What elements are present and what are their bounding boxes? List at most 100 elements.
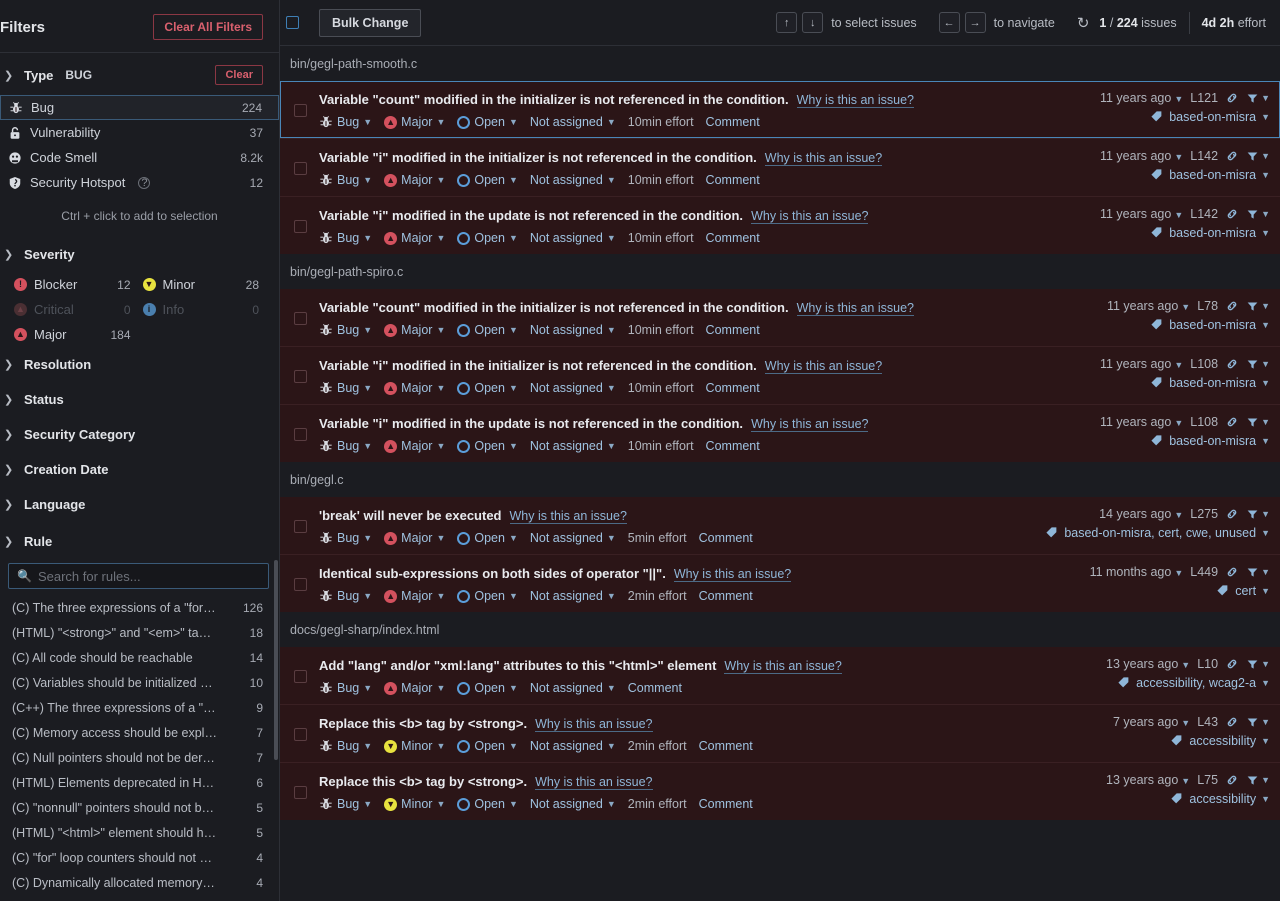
issue-date-button[interactable]: 11 months ago ▼	[1090, 565, 1184, 579]
issue-row[interactable]: Variable "i" modified in the update is n…	[280, 404, 1280, 462]
issue-tags-button[interactable]: accessibility ▼	[1170, 734, 1270, 748]
severity-filter-blocker[interactable]: ! Blocker 12	[8, 272, 137, 297]
issue-row[interactable]: Replace this <b> tag by <strong>. Why is …	[280, 762, 1280, 820]
link-icon[interactable]	[1225, 149, 1239, 163]
issue-tags-button[interactable]: cert ▼	[1216, 584, 1270, 598]
issue-row[interactable]: Add "lang" and/or "xml:lang" attributes …	[280, 647, 1280, 704]
facet-creation-date[interactable]: ❯ Creation Date	[0, 452, 279, 487]
facet-security-category[interactable]: ❯ Security Category	[0, 417, 279, 452]
issue-checkbox[interactable]	[294, 728, 307, 741]
issue-severity-button[interactable]: ▲ Major ▼	[384, 589, 445, 603]
facet-resolution[interactable]: ❯ Resolution	[0, 347, 279, 382]
filter-icon[interactable]: ▼	[1246, 150, 1270, 163]
severity-facet-header[interactable]: ❯ Severity	[0, 235, 279, 272]
filter-icon[interactable]: ▼	[1246, 774, 1270, 787]
issue-comment-link[interactable]: Comment	[628, 681, 682, 695]
issue-tags-button[interactable]: based-on-misra ▼	[1150, 226, 1270, 240]
issue-assignee-button[interactable]: Not assigned ▼	[530, 323, 616, 337]
issue-tags-button[interactable]: based-on-misra ▼	[1150, 318, 1270, 332]
issue-type-button[interactable]: Bug ▼	[319, 531, 372, 545]
issue-checkbox[interactable]	[294, 370, 307, 383]
issue-row[interactable]: Identical sub-expressions on both sides …	[280, 554, 1280, 612]
issue-tags-button[interactable]: accessibility ▼	[1170, 792, 1270, 806]
issue-tags-button[interactable]: based-on-misra ▼	[1150, 168, 1270, 182]
type-filter-security-hotspot[interactable]: Security Hotspot? 12	[0, 170, 279, 195]
bulk-change-button[interactable]: Bulk Change	[319, 8, 422, 37]
issue-status-button[interactable]: Open ▼	[457, 797, 518, 811]
issue-date-button[interactable]: 11 years ago ▼	[1100, 357, 1183, 371]
issue-severity-button[interactable]: ▲ Major ▼	[384, 173, 445, 187]
link-icon[interactable]	[1225, 715, 1239, 729]
rule-filter-item[interactable]: (C) Dynamically allocated memory shoul… 4	[0, 870, 279, 895]
issue-row[interactable]: Variable "count" modified in the initial…	[280, 81, 1280, 138]
rule-search-box[interactable]: 🔍	[8, 563, 269, 589]
link-icon[interactable]	[1225, 207, 1239, 221]
issue-comment-link[interactable]: Comment	[699, 531, 753, 545]
rule-filter-item[interactable]: (C) Variables should be initialized befo…	[0, 670, 279, 695]
issue-date-button[interactable]: 11 years ago ▼	[1100, 149, 1183, 163]
help-icon[interactable]: ?	[138, 176, 151, 189]
rule-filter-item[interactable]: (HTML) "<strong>" and "<em>" tags sh… 18	[0, 620, 279, 645]
issue-severity-button[interactable]: ▲ Major ▼	[384, 531, 445, 545]
issue-type-button[interactable]: Bug ▼	[319, 797, 372, 811]
issue-comment-link[interactable]: Comment	[706, 173, 760, 187]
issue-comment-link[interactable]: Comment	[706, 439, 760, 453]
link-icon[interactable]	[1225, 773, 1239, 787]
issue-assignee-button[interactable]: Not assigned ▼	[530, 531, 616, 545]
rule-filter-item[interactable]: (C) Identical expressions should not be …	[0, 895, 279, 901]
issue-date-button[interactable]: 7 years ago ▼	[1113, 715, 1190, 729]
severity-filter-minor[interactable]: ▼ Minor 28	[137, 272, 266, 297]
filter-icon[interactable]: ▼	[1246, 300, 1270, 313]
issue-assignee-button[interactable]: Not assigned ▼	[530, 589, 616, 603]
why-is-this-an-issue-link[interactable]: Why is this an issue?	[751, 209, 869, 224]
filter-icon[interactable]: ▼	[1246, 92, 1270, 105]
issue-checkbox[interactable]	[294, 520, 307, 533]
issue-tags-button[interactable]: based-on-misra ▼	[1150, 376, 1270, 390]
issue-severity-button[interactable]: ▼ Minor ▼	[384, 739, 445, 753]
issue-checkbox[interactable]	[294, 578, 307, 591]
issue-status-button[interactable]: Open ▼	[457, 439, 518, 453]
why-is-this-an-issue-link[interactable]: Why is this an issue?	[509, 509, 627, 524]
issue-date-button[interactable]: 11 years ago ▼	[1107, 299, 1190, 313]
issue-assignee-button[interactable]: Not assigned ▼	[530, 439, 616, 453]
severity-filter-info[interactable]: i Info 0	[137, 297, 266, 322]
issue-assignee-button[interactable]: Not assigned ▼	[530, 681, 616, 695]
rule-filter-item[interactable]: (C) Memory access should be explicitly b…	[0, 720, 279, 745]
link-icon[interactable]	[1225, 299, 1239, 313]
facet-language[interactable]: ❯ Language	[0, 487, 279, 522]
filter-icon[interactable]: ▼	[1246, 658, 1270, 671]
issue-row[interactable]: Replace this <b> tag by <strong>. Why is …	[280, 704, 1280, 762]
issue-checkbox[interactable]	[294, 104, 307, 117]
filter-icon[interactable]: ▼	[1246, 566, 1270, 579]
issue-row[interactable]: 'break' will never be executed Why is thi…	[280, 497, 1280, 554]
issue-severity-button[interactable]: ▲ Major ▼	[384, 231, 445, 245]
link-icon[interactable]	[1225, 657, 1239, 671]
issue-type-button[interactable]: Bug ▼	[319, 381, 372, 395]
issue-checkbox[interactable]	[294, 428, 307, 441]
rule-filter-item[interactable]: (C) "nonnull" pointers should not be set…	[0, 795, 279, 820]
issue-row[interactable]: Variable "i" modified in the initializer…	[280, 346, 1280, 404]
issue-severity-button[interactable]: ▼ Minor ▼	[384, 797, 445, 811]
issue-status-button[interactable]: Open ▼	[457, 323, 518, 337]
filter-icon[interactable]: ▼	[1246, 716, 1270, 729]
issue-status-button[interactable]: Open ▼	[457, 173, 518, 187]
type-facet-header[interactable]: ❯ Type BUG Clear	[0, 53, 279, 95]
issue-severity-button[interactable]: ▲ Major ▼	[384, 681, 445, 695]
issue-comment-link[interactable]: Comment	[699, 589, 753, 603]
issue-comment-link[interactable]: Comment	[706, 115, 760, 129]
issue-comment-link[interactable]: Comment	[706, 231, 760, 245]
reload-icon[interactable]: ↻	[1077, 14, 1090, 32]
filter-icon[interactable]: ▼	[1246, 416, 1270, 429]
filter-icon[interactable]: ▼	[1246, 508, 1270, 521]
issue-status-button[interactable]: Open ▼	[457, 381, 518, 395]
severity-filter-critical[interactable]: ▲ Critical 0	[8, 297, 137, 322]
rule-filter-item[interactable]: (C) Null pointers should not be derefere…	[0, 745, 279, 770]
issue-date-button[interactable]: 14 years ago ▼	[1099, 507, 1183, 521]
issue-row[interactable]: Variable "i" modified in the initializer…	[280, 138, 1280, 196]
issue-status-button[interactable]: Open ▼	[457, 531, 518, 545]
issue-severity-button[interactable]: ▲ Major ▼	[384, 381, 445, 395]
why-is-this-an-issue-link[interactable]: Why is this an issue?	[796, 93, 914, 108]
issue-checkbox[interactable]	[294, 670, 307, 683]
issue-date-button[interactable]: 11 years ago ▼	[1100, 91, 1183, 105]
issue-checkbox[interactable]	[294, 312, 307, 325]
